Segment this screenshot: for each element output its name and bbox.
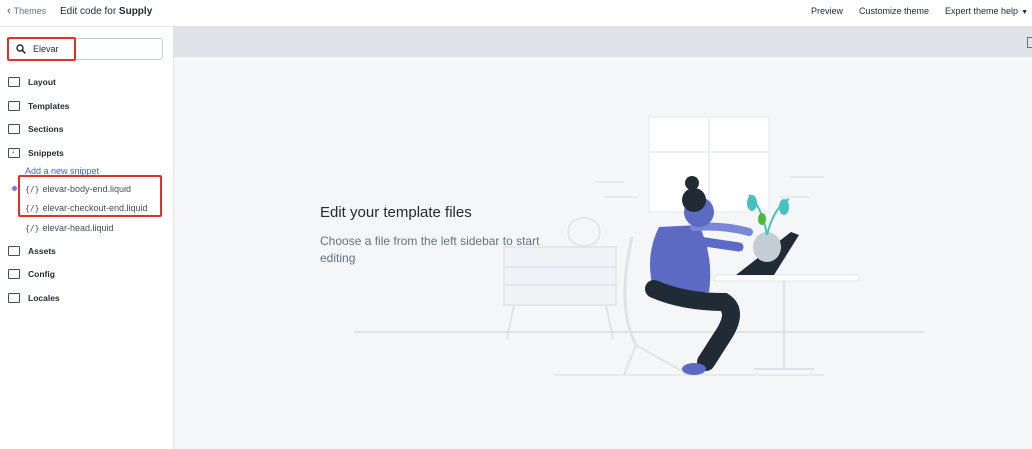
file-sidebar: Elevar Layout Templates Sections Snippet…: [0, 27, 174, 449]
expert-help-label: Expert theme help: [945, 6, 1019, 16]
liquid-file-icon: {/}: [25, 223, 40, 233]
editor-tab-strip: [174, 27, 1032, 57]
page-title-prefix: Edit code for: [60, 6, 119, 17]
folder-icon: [8, 101, 20, 111]
folder-label: Sections: [28, 124, 64, 134]
page-title: Edit code for Supply: [60, 6, 152, 17]
folder-locales[interactable]: Locales: [8, 293, 60, 303]
folder-label: Locales: [28, 293, 60, 303]
files-highlight-box: [18, 175, 162, 217]
expand-icon[interactable]: [1027, 37, 1032, 48]
unsaved-dot: [12, 186, 17, 191]
folder-sections[interactable]: Sections: [8, 124, 63, 134]
chevron-left-icon: ‹: [7, 4, 11, 17]
folder-icon: [8, 269, 20, 279]
folder-icon: [8, 77, 20, 87]
folder-layout[interactable]: Layout: [8, 77, 56, 87]
page-title-theme: Supply: [118, 6, 153, 17]
back-link-label: Themes: [13, 6, 47, 16]
search-highlight-box: [7, 37, 76, 61]
folder-label: Config: [28, 269, 55, 279]
editor-area: Edit your template files Choose a file f…: [174, 27, 1032, 449]
person-at-desk-illustration: [354, 116, 924, 376]
folder-open-icon: [8, 146, 20, 158]
top-bar: ‹ Themes Edit code for Supply Preview Cu…: [0, 0, 1032, 27]
folder-label: Snippets: [28, 148, 64, 158]
folder-templates[interactable]: Templates: [8, 101, 69, 111]
folder-icon: [8, 293, 20, 303]
folder-config[interactable]: Config: [8, 269, 55, 279]
folder-label: Layout: [28, 77, 56, 87]
folder-icon: [8, 246, 20, 256]
expert-help-dropdown[interactable]: Expert theme help ▼: [945, 6, 1028, 16]
folder-snippets[interactable]: Snippets: [8, 146, 64, 158]
folder-icon: [8, 124, 20, 134]
folder-label: Templates: [28, 101, 70, 111]
file-item[interactable]: {/} elevar-head.liquid: [25, 223, 114, 233]
folder-label: Assets: [28, 246, 56, 256]
caret-down-icon: ▼: [1021, 9, 1028, 16]
back-to-themes-link[interactable]: ‹ Themes: [7, 4, 47, 17]
customize-theme-button[interactable]: Customize theme: [859, 6, 929, 16]
file-label: elevar-head.liquid: [42, 223, 114, 233]
folder-assets[interactable]: Assets: [8, 246, 56, 256]
preview-button[interactable]: Preview: [811, 6, 843, 16]
top-actions: Preview Customize theme Expert theme hel…: [811, 6, 1028, 16]
